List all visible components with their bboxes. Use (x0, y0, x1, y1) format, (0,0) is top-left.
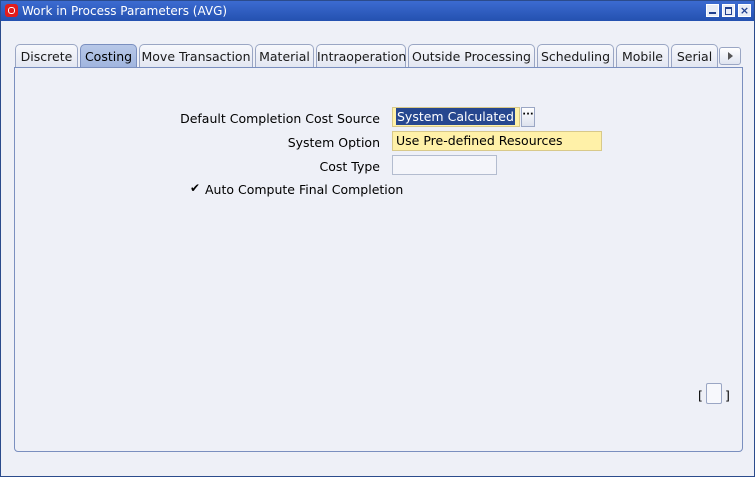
cost-type-label: Cost Type (319, 159, 380, 174)
default-completion-cost-source-value: System Calculated (396, 108, 515, 125)
window-title: Work in Process Parameters (AVG) (22, 4, 228, 18)
auto-compute-checkbox[interactable]: ✔ (190, 182, 202, 194)
descriptive-flexfield-left-bracket: [ (698, 388, 703, 403)
auto-compute-label: Auto Compute Final Completion (205, 182, 404, 197)
tab-intraoperation[interactable]: Intraoperation (316, 44, 406, 68)
tab-mobile[interactable]: Mobile (616, 44, 669, 68)
tab-move-transaction[interactable]: Move Transaction (139, 44, 253, 68)
maximize-button[interactable] (722, 4, 735, 17)
descriptive-flexfield-right-bracket: ] (725, 388, 730, 403)
list-of-values-button[interactable]: ··· (521, 107, 535, 127)
oracle-logo-icon (5, 4, 18, 17)
tab-serial[interactable]: Serial (671, 44, 718, 68)
tab-scroll-right-button[interactable] (719, 47, 741, 65)
descriptive-flexfield-field[interactable] (706, 383, 722, 404)
tab-costing[interactable]: Costing (80, 44, 137, 68)
tab-material[interactable]: Material (255, 44, 314, 68)
tab-discrete[interactable]: Discrete (15, 44, 78, 68)
minimize-button[interactable] (706, 4, 719, 17)
title-bar[interactable]: Work in Process Parameters (AVG) × (1, 1, 754, 21)
system-option-label: System Option (287, 135, 380, 150)
default-completion-cost-source-field[interactable]: System Calculated (392, 107, 520, 127)
tab-scheduling[interactable]: Scheduling (537, 44, 614, 68)
system-option-field[interactable]: Use Pre-defined Resources (392, 131, 602, 151)
default-completion-cost-source-label: Default Completion Cost Source (180, 111, 380, 126)
close-button[interactable]: × (738, 4, 751, 17)
tab-outside-processing[interactable]: Outside Processing (408, 44, 535, 68)
main-window: Work in Process Parameters (AVG) × Discr… (0, 0, 755, 477)
cost-type-field[interactable] (392, 155, 497, 175)
